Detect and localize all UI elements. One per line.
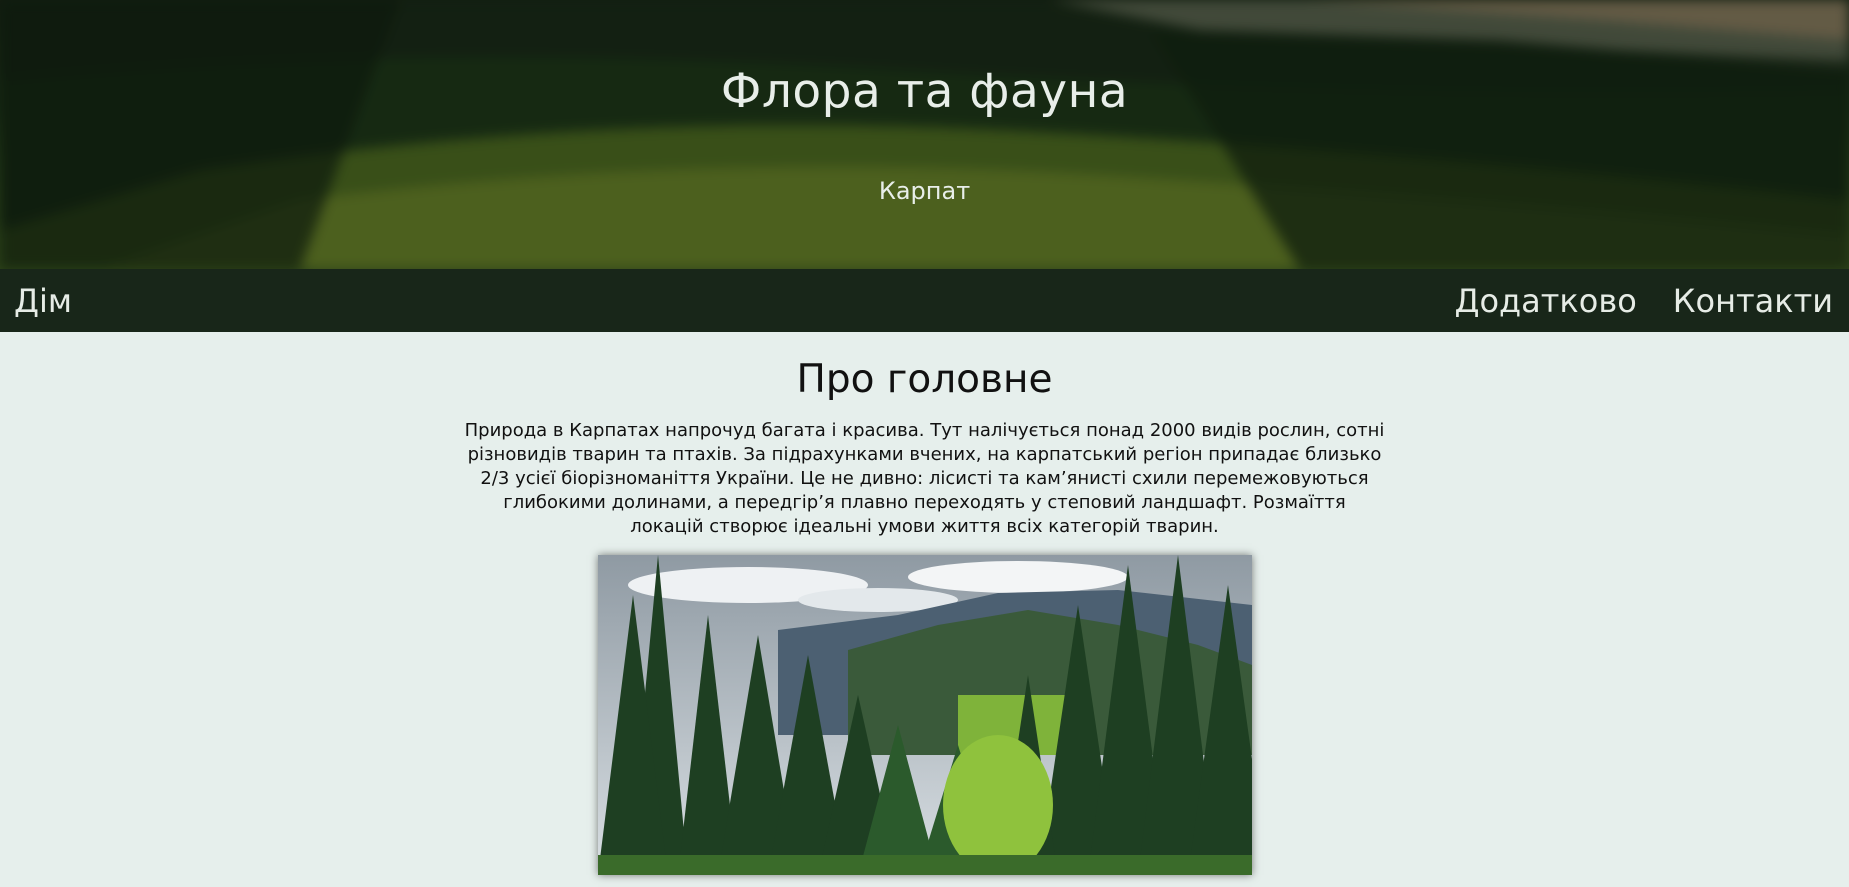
nav-right-group: Додатково Контакти	[1454, 282, 1833, 320]
section-heading: Про головне	[796, 357, 1053, 402]
hero-banner: Флора та фауна Карпат	[0, 0, 1849, 269]
hero-overlay	[0, 0, 1849, 269]
hero-subtitle: Карпат	[878, 177, 971, 205]
nav-home-link[interactable]: Дім	[14, 282, 72, 320]
section-paragraph: Природа в Карпатах напрочуд багата і кра…	[464, 420, 1385, 537]
main-navbar: Дім Додатково Контакти	[0, 269, 1849, 332]
hero-title: Флора та фауна	[720, 64, 1129, 119]
nav-contacts-link[interactable]: Контакти	[1673, 282, 1833, 320]
forest-photo-illustration	[597, 555, 1252, 875]
main-content: Про головне Природа в Карпатах напрочуд …	[0, 360, 1849, 875]
nav-more-link[interactable]: Додатково	[1454, 282, 1636, 320]
forest-photo	[597, 555, 1252, 875]
